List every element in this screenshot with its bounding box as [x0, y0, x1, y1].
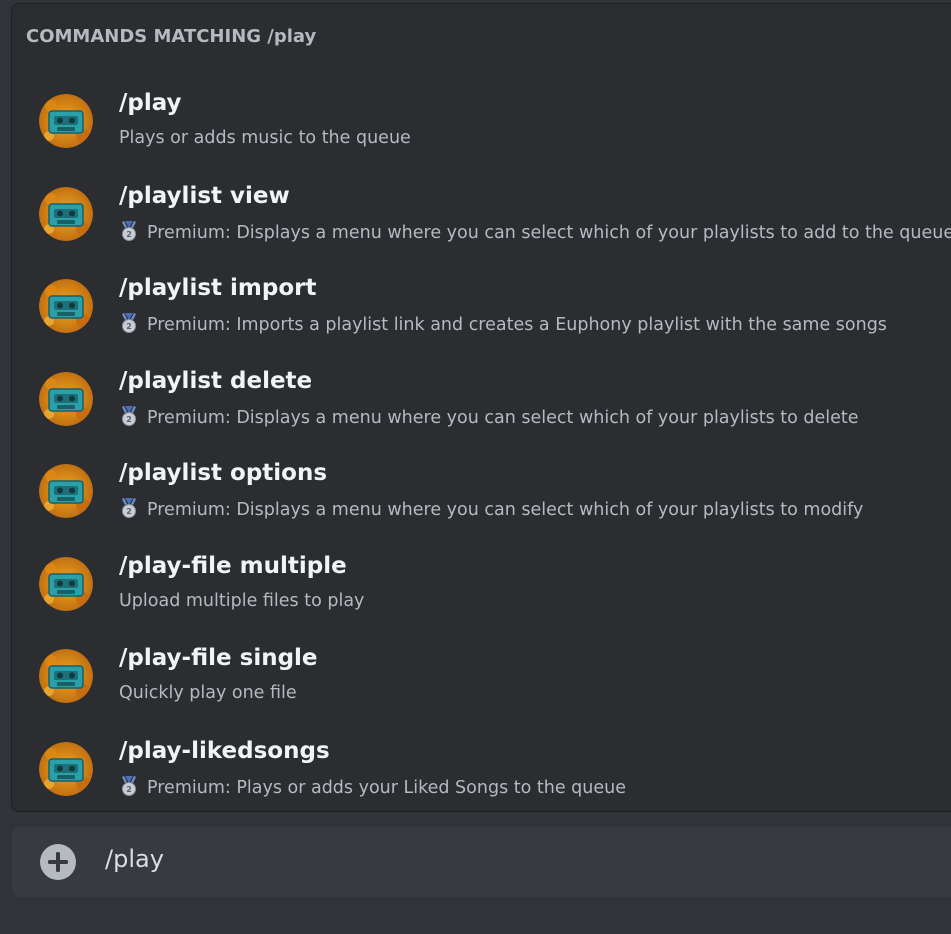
command-name: /play-file single [119, 645, 318, 671]
svg-text:2: 2 [126, 785, 132, 794]
command-autocomplete-popup: COMMANDS MATCHING /play /play Plays or ad… [11, 3, 951, 812]
cassette-tape-avatar-icon [39, 741, 93, 796]
command-list: /play Plays or adds music to the queue/pl… [12, 84, 951, 812]
silver-medal-icon: 2 [122, 313, 136, 333]
svg-text:2: 2 [126, 230, 132, 239]
command-item[interactable]: /playlist options 2 Premium: Displays a me… [12, 454, 951, 547]
cassette-tape-avatar-icon [39, 186, 93, 241]
command-item[interactable]: /play Plays or adds music to the queue [12, 84, 951, 177]
command-name: /playlist delete [119, 367, 313, 394]
cassette-tape-avatar-icon [39, 464, 93, 518]
command-item[interactable]: /playlist import 2 Premium: Imports a play… [12, 269, 951, 362]
command-description: Upload multiple files to play [119, 591, 364, 611]
silver-medal-icon: 2 [122, 775, 136, 796]
silver-medal-icon: 2 [122, 405, 136, 426]
cassette-tape-avatar-icon [39, 649, 93, 703]
command-name: /playlist import [119, 275, 317, 301]
plus-circle-icon[interactable] [40, 844, 76, 880]
command-description-text: Upload multiple files to play [119, 590, 365, 611]
command-item[interactable]: /play-likedsongs 2 Premium: Plays or adds … [12, 732, 951, 812]
command-description-text: Premium: Displays a menu where you can s… [147, 407, 859, 428]
command-description-text: Premium: Imports a playlist link and cre… [147, 315, 887, 335]
cassette-tape-avatar-icon [39, 371, 93, 426]
command-name: /play [119, 90, 182, 116]
cassette-tape-avatar-icon [39, 94, 93, 148]
command-name: /play-file multiple [119, 552, 347, 579]
message-input[interactable]: /play [105, 845, 164, 873]
command-description-text: Quickly play one file [119, 683, 297, 703]
message-input-bar: /play [12, 827, 951, 897]
command-description: 2 Premium: Displays a menu where you can … [119, 405, 859, 428]
command-name: /playlist view [119, 182, 290, 209]
silver-medal-icon: 2 [122, 498, 136, 518]
cassette-tape-avatar-icon [39, 556, 93, 611]
silver-medal-icon: 2 [122, 220, 136, 241]
command-item[interactable]: /play-file multiple Upload multiple files… [12, 547, 951, 640]
command-description: 2 Premium: Imports a playlist link and cr… [119, 313, 887, 335]
command-description-text: Premium: Plays or adds your Liked Songs … [147, 777, 626, 798]
svg-text:2: 2 [126, 507, 132, 516]
command-item[interactable]: /playlist view 2 Premium: Displays a menu … [12, 177, 951, 270]
command-name: /play-likedsongs [119, 737, 330, 764]
command-description-text: Premium: Displays a menu where you can s… [147, 222, 951, 243]
command-description: 2 Premium: Displays a menu where you can … [119, 220, 951, 243]
cassette-tape-avatar-icon [39, 279, 93, 333]
command-description-text: Premium: Displays a menu where you can s… [147, 500, 864, 520]
command-description: Plays or adds music to the queue [119, 128, 411, 148]
command-name: /playlist options [119, 460, 328, 486]
command-item[interactable]: /playlist delete 2 Premium: Displays a men… [12, 362, 951, 455]
command-description-text: Plays or adds music to the queue [119, 128, 411, 148]
command-description: 2 Premium: Displays a menu where you can … [119, 498, 863, 520]
popup-header: COMMANDS MATCHING /play [26, 26, 317, 47]
command-description: Quickly play one file [119, 683, 297, 703]
command-item[interactable]: /play-file single Quickly play one file [12, 639, 951, 732]
svg-text:2: 2 [126, 322, 132, 331]
command-description: 2 Premium: Plays or adds your Liked Songs… [119, 775, 626, 798]
svg-text:2: 2 [126, 415, 132, 424]
